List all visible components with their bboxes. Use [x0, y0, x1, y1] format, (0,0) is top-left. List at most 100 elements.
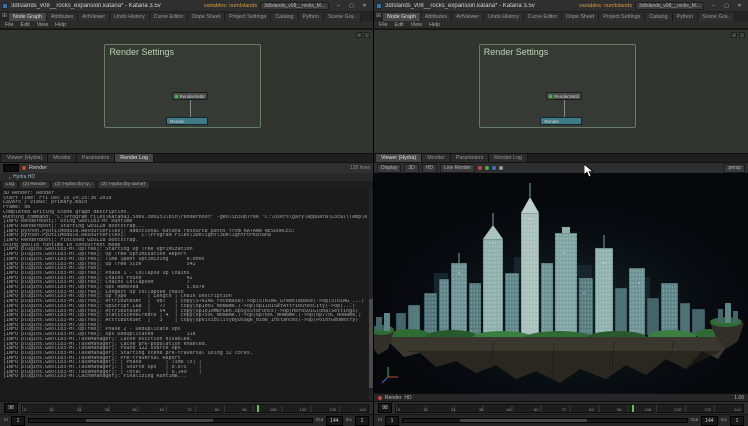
close-button[interactable]: ✕ [358, 1, 371, 10]
log-filter-chip[interactable]: (2) 'Hydra (by name)' [98, 182, 149, 189]
timeline-scrollbar-thumb[interactable] [460, 419, 588, 422]
zoom-in-icon[interactable]: + [731, 32, 737, 38]
scene-tab[interactable]: 3dIslands_v08__rocks_M... [260, 2, 329, 10]
pane-tab[interactable]: Dope Sheet [562, 13, 599, 21]
menu-item[interactable]: File [5, 22, 14, 28]
bottom-pane-tab[interactable]: Render Log [115, 154, 154, 162]
minimize-button[interactable]: – [707, 1, 720, 10]
green-channel-icon[interactable] [485, 166, 489, 170]
pane-tab[interactable]: Dope Sheet [188, 13, 225, 21]
log-scrollbar-thumb[interactable] [369, 299, 373, 388]
bottom-pane-tab[interactable]: Monitor [422, 154, 451, 162]
pane-tab[interactable]: Catalog [645, 13, 672, 21]
frame-ticks: 01224364860728496108120132144 [396, 405, 743, 412]
blue-channel-icon[interactable] [492, 166, 496, 170]
bottom-pane-tab[interactable]: Parameters [451, 154, 489, 162]
frame-ruler[interactable]: 01224364860728496108120132144 [395, 404, 744, 413]
zoom-out-icon[interactable]: – [364, 32, 370, 38]
zoom-out-icon[interactable]: – [739, 32, 745, 38]
viewer-toolbar-item[interactable]: HD [422, 164, 437, 173]
bottom-pane-tab[interactable]: Render Log [489, 154, 528, 162]
camera-select[interactable]: persp [724, 164, 745, 173]
pane-tab[interactable]: Curve Editor [524, 13, 562, 21]
menu-item[interactable]: Help [55, 22, 66, 28]
render-node[interactable]: Render [540, 117, 582, 125]
node-graph-panel[interactable]: + – Render Settings RenderSettings Rende… [0, 29, 373, 153]
nodegraph-group-box[interactable]: Render Settings [104, 44, 261, 128]
pane-tab[interactable]: Undo History [484, 13, 524, 21]
playhead[interactable] [632, 405, 634, 412]
bottom-pane-tab[interactable]: Parameters [77, 154, 115, 162]
pane-tab[interactable]: Node Graph [9, 13, 47, 21]
pane-tab[interactable]: Undo History [110, 13, 150, 21]
pane-tab[interactable]: ArtViewer [78, 13, 110, 21]
playhead[interactable] [257, 405, 259, 412]
out-frame-field[interactable]: 144 [701, 416, 717, 426]
pane-tab[interactable]: Catalog [271, 13, 298, 21]
out-frame-field[interactable]: 144 [326, 416, 342, 426]
viewer-toolbar-item[interactable]: Display [377, 164, 401, 173]
titlebar[interactable]: 3dIslands_v08__rocks_expansion.katana* -… [0, 0, 373, 11]
pane-tab[interactable]: Node Graph [383, 13, 421, 21]
menu-item[interactable]: View [411, 22, 422, 28]
render-sub-row[interactable]: ▸ Hydra HD [0, 173, 373, 181]
viewer-toolbar-item[interactable]: Live Render [440, 164, 475, 173]
menu-item[interactable]: Edit [395, 22, 404, 28]
current-frame-field[interactable]: 98 [378, 403, 392, 413]
log-filter-chip[interactable]: Log [3, 182, 17, 189]
viewer-canvas[interactable] [374, 173, 748, 393]
pane-tab[interactable]: Python [299, 13, 325, 21]
timeline-scrollbar[interactable] [402, 418, 688, 423]
alpha-channel-icon[interactable] [499, 166, 503, 170]
in-frame-field[interactable]: 1 [385, 416, 399, 426]
menu-item[interactable]: File [379, 22, 388, 28]
zoom-in-icon[interactable]: + [356, 32, 362, 38]
variables-dropdown[interactable]: variables: numIslands [579, 3, 632, 9]
maximize-button[interactable]: ▢ [345, 1, 358, 10]
pane-tab[interactable]: ArtViewer [452, 13, 484, 21]
layout-grid-icon[interactable]: ⊞ [376, 12, 381, 21]
log-filter-chip[interactable]: (2) 'Hydra (by ty..' [52, 182, 95, 189]
maximize-button[interactable]: ▢ [720, 1, 733, 10]
timeline-scrollbar-thumb[interactable] [86, 419, 213, 422]
log-scrollbar[interactable] [369, 189, 373, 401]
minimize-button[interactable]: – [332, 1, 345, 10]
red-channel-icon[interactable] [478, 166, 482, 170]
inc-frame-field[interactable]: 1 [355, 416, 369, 426]
bottom-pane-tab[interactable]: Viewer (Hydra) [2, 154, 48, 162]
pane-tab[interactable]: Project Settings [599, 13, 645, 21]
current-frame-field[interactable]: 98 [4, 403, 18, 413]
bottom-pane-tab[interactable]: Viewer (Hydra) [376, 154, 422, 162]
in-frame-field[interactable]: 1 [11, 416, 25, 426]
scene-tab[interactable]: 3dIslands_v08__rocks_M... [635, 2, 704, 10]
render-settings-node[interactable]: RenderSettings [172, 92, 208, 100]
viewer-resolution[interactable]: HD [404, 395, 411, 401]
pane-tab[interactable]: Curve Editor [150, 13, 188, 21]
render-settings-node[interactable]: RenderSettings [546, 92, 582, 100]
frame-ruler[interactable]: 01224364860728496108120132144 [21, 404, 369, 413]
inc-frame-field[interactable]: 1 [730, 416, 744, 426]
node-graph-panel[interactable]: + – Render Settings RenderSettings Rende… [374, 29, 748, 153]
timeline-scrollbar[interactable] [28, 418, 313, 423]
menu-item[interactable]: Edit [21, 22, 30, 28]
pane-tab[interactable]: Project Settings [225, 13, 271, 21]
render-log-output[interactable]: 3D Render: RenderStart Time: Fri Dec 19 … [0, 189, 373, 401]
render-catalog-row[interactable]: Render 128 lines [0, 162, 373, 173]
variables-dropdown[interactable]: variables: numIslands [204, 3, 257, 9]
titlebar[interactable]: 3dIslands_v08__rocks_expansion.katana* -… [374, 0, 748, 11]
close-button[interactable]: ✕ [733, 1, 746, 10]
pane-tab[interactable]: Attributes [421, 13, 452, 21]
pane-tab[interactable]: Attributes [47, 13, 78, 21]
render-node[interactable]: Render [166, 117, 208, 125]
menu-item[interactable]: View [37, 22, 48, 28]
bottom-pane-tab[interactable]: Monitor [48, 154, 77, 162]
log-filter-chip[interactable]: (2) Render [20, 182, 49, 189]
pane-tab[interactable]: Scene Gra.. [324, 13, 361, 21]
menu-item[interactable]: Help [429, 22, 440, 28]
layout-grid-icon[interactable]: ⊞ [2, 12, 7, 21]
pane-tab[interactable]: Python [673, 13, 699, 21]
expand-triangle-icon[interactable]: ▸ [9, 175, 11, 180]
viewer-toolbar-item[interactable]: 3D [404, 164, 418, 173]
pane-tab[interactable]: Scene Gra.. [698, 13, 735, 21]
nodegraph-group-box[interactable]: Render Settings [479, 44, 636, 128]
